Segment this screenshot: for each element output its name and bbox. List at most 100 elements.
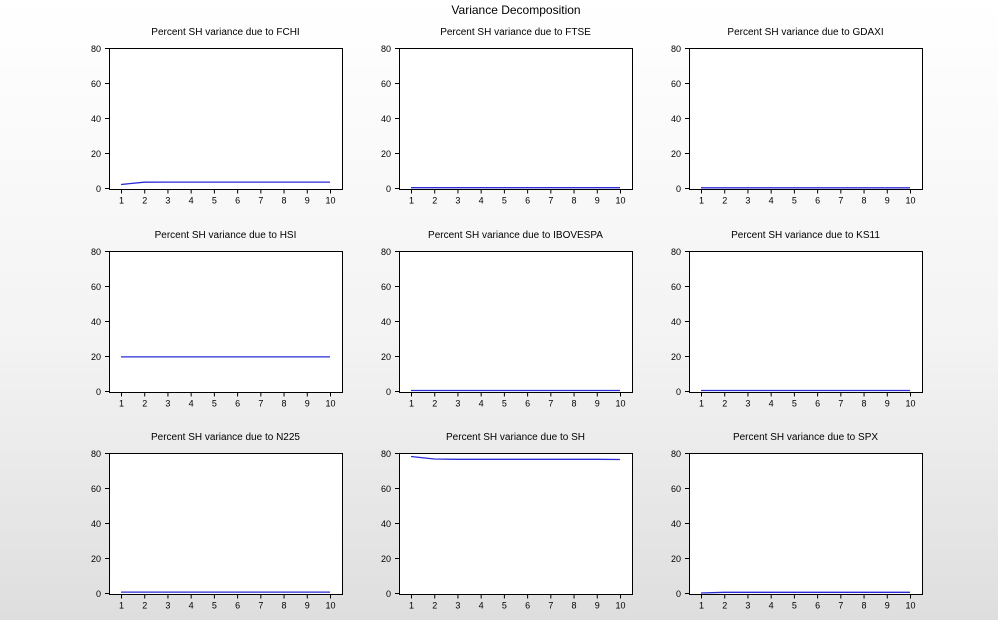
x-tick-label: 1 [699, 399, 704, 409]
y-tick-label: 40 [381, 317, 391, 327]
x-tick-label: 9 [305, 601, 310, 611]
x-tick-label: 9 [595, 196, 600, 206]
y-tick-label: 0 [96, 387, 101, 397]
y-tick-label: 20 [91, 554, 101, 564]
x-tick-label: 5 [792, 399, 797, 409]
x-tick-label: 9 [305, 399, 310, 409]
x-tick-label: 5 [502, 601, 507, 611]
x-tick-label: 5 [502, 399, 507, 409]
subplot-7: Percent SH variance due to N225020406080… [91, 432, 343, 611]
x-tick-label: 4 [189, 399, 194, 409]
x-tick-label: 6 [815, 399, 820, 409]
plot-area [400, 454, 633, 595]
subplot-title: Percent SH variance due to FCHI [151, 27, 299, 38]
x-tick-label: 3 [745, 601, 750, 611]
x-tick-label: 6 [815, 601, 820, 611]
y-tick-label: 40 [91, 317, 101, 327]
subplot-title: Percent SH variance due to HSI [155, 230, 297, 241]
y-tick-label: 20 [381, 554, 391, 564]
subplot-6: Percent SH variance due to KS11020406080… [671, 230, 923, 409]
subplot-9: Percent SH variance due to SPX0204060801… [671, 432, 923, 611]
x-tick-label: 3 [745, 399, 750, 409]
x-tick-label: 2 [432, 399, 437, 409]
x-tick-label: 10 [325, 601, 335, 611]
x-tick-label: 1 [699, 196, 704, 206]
x-tick-label: 9 [595, 601, 600, 611]
plot-area [400, 49, 633, 190]
subplot-title: Percent SH variance due to N225 [151, 432, 300, 443]
x-tick-label: 9 [595, 399, 600, 409]
x-tick-label: 9 [885, 399, 890, 409]
x-tick-label: 8 [572, 601, 577, 611]
subplot-1: Percent SH variance due to FCHI020406080… [91, 27, 343, 206]
plot-area [690, 454, 923, 595]
x-tick-label: 6 [235, 399, 240, 409]
x-tick-label: 9 [885, 196, 890, 206]
subplot-5: Percent SH variance due to IBOVESPA02040… [381, 230, 633, 409]
x-tick-label: 5 [212, 601, 217, 611]
y-tick-label: 20 [671, 554, 681, 564]
y-tick-label: 80 [381, 449, 391, 459]
y-tick-label: 0 [386, 589, 391, 599]
subplot-3: Percent SH variance due to GDAXI02040608… [671, 27, 923, 206]
x-tick-label: 10 [615, 196, 625, 206]
y-tick-label: 80 [91, 247, 101, 257]
y-tick-label: 60 [671, 79, 681, 89]
x-tick-label: 6 [235, 196, 240, 206]
y-tick-label: 40 [91, 114, 101, 124]
x-tick-label: 2 [722, 196, 727, 206]
y-tick-label: 20 [381, 149, 391, 159]
figure-title: Variance Decomposition [451, 3, 580, 17]
x-tick-label: 9 [305, 196, 310, 206]
x-tick-label: 4 [479, 601, 484, 611]
x-tick-label: 1 [409, 399, 414, 409]
x-tick-label: 5 [212, 196, 217, 206]
y-tick-label: 80 [91, 44, 101, 54]
x-tick-label: 4 [189, 601, 194, 611]
x-tick-label: 1 [409, 601, 414, 611]
y-tick-label: 20 [91, 149, 101, 159]
x-tick-label: 1 [119, 399, 124, 409]
y-tick-label: 40 [671, 114, 681, 124]
x-tick-label: 7 [838, 196, 843, 206]
x-tick-label: 4 [769, 399, 774, 409]
y-tick-label: 40 [91, 519, 101, 529]
x-tick-label: 4 [479, 399, 484, 409]
x-tick-label: 10 [905, 601, 915, 611]
y-tick-label: 0 [676, 387, 681, 397]
x-tick-label: 6 [815, 196, 820, 206]
y-tick-label: 60 [91, 282, 101, 292]
x-tick-label: 7 [838, 399, 843, 409]
y-tick-label: 80 [91, 449, 101, 459]
y-tick-label: 20 [381, 352, 391, 362]
plot-area [690, 252, 923, 393]
y-tick-label: 80 [381, 247, 391, 257]
x-tick-label: 8 [572, 196, 577, 206]
x-tick-label: 5 [792, 601, 797, 611]
y-tick-label: 60 [381, 79, 391, 89]
x-tick-label: 10 [615, 399, 625, 409]
x-tick-label: 1 [119, 601, 124, 611]
subplot-title: Percent SH variance due to SH [446, 432, 585, 443]
series-line-1 [701, 592, 910, 593]
y-tick-label: 80 [671, 44, 681, 54]
y-tick-label: 20 [91, 352, 101, 362]
x-tick-label: 10 [615, 601, 625, 611]
plot-area [110, 49, 343, 190]
y-tick-label: 0 [96, 589, 101, 599]
y-tick-label: 80 [671, 247, 681, 257]
y-tick-label: 0 [386, 184, 391, 194]
x-tick-label: 9 [885, 601, 890, 611]
y-tick-label: 40 [671, 317, 681, 327]
x-tick-label: 6 [525, 196, 530, 206]
x-tick-label: 7 [258, 601, 263, 611]
x-tick-label: 2 [142, 399, 147, 409]
x-tick-label: 4 [479, 196, 484, 206]
plot-area [110, 252, 343, 393]
x-tick-label: 2 [722, 601, 727, 611]
x-tick-label: 7 [838, 601, 843, 611]
y-tick-label: 20 [671, 149, 681, 159]
subplot-title: Percent SH variance due to SPX [733, 432, 878, 443]
subplot-title: Percent SH variance due to KS11 [731, 230, 880, 241]
x-tick-label: 8 [862, 196, 867, 206]
